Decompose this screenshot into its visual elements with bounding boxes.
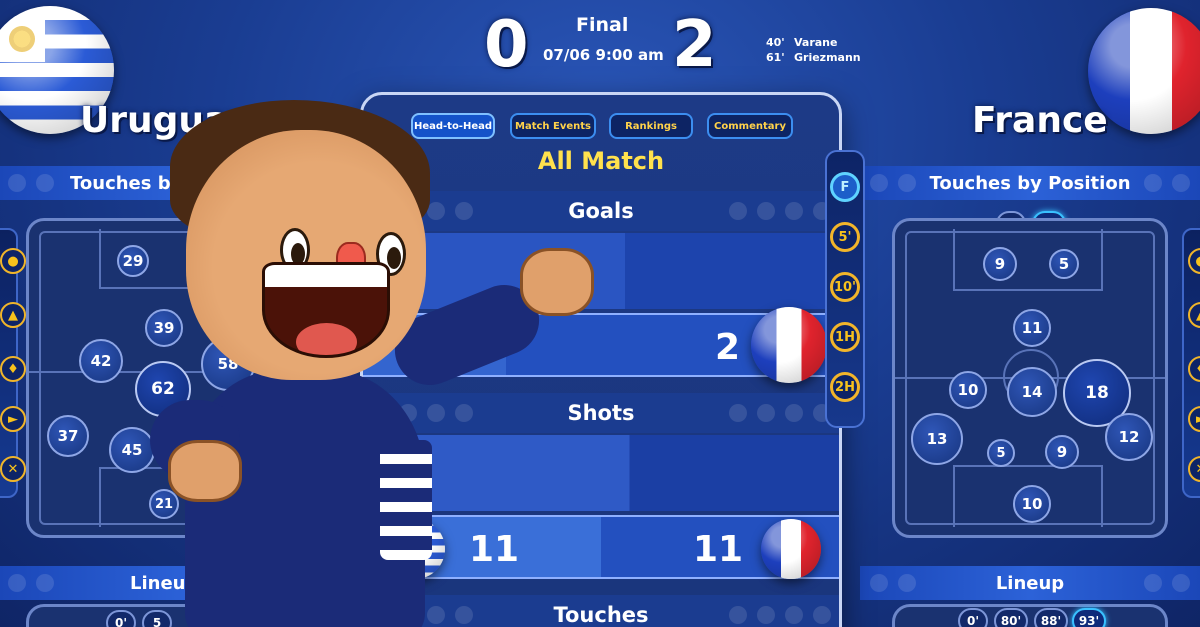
tab-rankings[interactable]: Rankings — [609, 113, 693, 139]
home-lineup-minute[interactable]: 0' — [106, 610, 136, 627]
away-lineup-title: Lineup — [995, 572, 1065, 594]
tab-commentary[interactable]: Commentary — [707, 113, 793, 139]
away-touch-bubble: 13 — [911, 413, 963, 465]
whistle-icon[interactable]: ✕ — [1188, 456, 1200, 482]
home-touch-bubble: 39 — [145, 309, 183, 347]
timer-second-half[interactable]: 2H — [830, 372, 860, 402]
away-touch-bubble: 9 — [983, 247, 1017, 281]
away-touch-bubble: 5 — [1049, 249, 1079, 279]
timer-first-half[interactable]: 1H — [830, 322, 860, 352]
away-touch-bubble: 9 — [1045, 435, 1079, 469]
boot-icon[interactable]: ▲ — [0, 302, 26, 328]
france-flag-icon — [761, 519, 821, 579]
france-flag-icon — [751, 307, 827, 383]
away-lineup-minute-active[interactable]: 93' — [1072, 608, 1106, 627]
shots-away: 11 — [693, 529, 744, 570]
scorer-minute: 40' — [766, 36, 785, 49]
away-touch-bubble: 10 — [949, 371, 987, 409]
shots-band — [363, 435, 839, 511]
flag-icon[interactable]: ► — [1188, 406, 1200, 432]
whistle-icon[interactable]: ✕ — [0, 456, 26, 482]
period-selector: F 5' 10' 1H 2H — [825, 150, 865, 428]
player-icon[interactable]: ♦ — [1188, 356, 1200, 382]
goals-header: Goals — [363, 191, 839, 231]
away-score: 2 — [672, 8, 717, 82]
goals-title: Goals — [568, 199, 634, 223]
away-touch-bubble: 5 — [987, 439, 1015, 467]
match-status: Final — [576, 14, 629, 36]
away-lineup-pitch — [892, 604, 1168, 627]
timer-10-min[interactable]: 10' — [830, 272, 860, 302]
touches-title: Touches — [553, 603, 649, 627]
tab-match-events[interactable]: Match Events — [510, 113, 596, 139]
away-lineup-minute[interactable]: 80' — [994, 608, 1028, 627]
touches-header: Touches — [363, 595, 839, 627]
away-icon-column: ● ▲ ♦ ► ✕ — [1182, 228, 1200, 498]
away-lineup-minute[interactable]: 88' — [1034, 608, 1068, 627]
scorer-minute: 61' — [766, 51, 785, 64]
timer-5-min[interactable]: 5' — [830, 222, 860, 252]
home-touch-bubble: 42 — [79, 339, 123, 383]
shots-home: 11 — [469, 529, 520, 570]
ball-icon[interactable]: ● — [1188, 248, 1200, 274]
match-datetime: 07/06 9:00 am — [543, 46, 664, 64]
goals-away: 2 — [715, 327, 741, 368]
away-touch-bubble: 11 — [1013, 309, 1051, 347]
scorer-name: Griezmann — [794, 51, 861, 64]
ball-icon[interactable]: ● — [0, 248, 26, 274]
mascot-mouth — [262, 262, 390, 358]
scorer-row: 40' Varane — [766, 36, 837, 49]
home-touch-bubble: 37 — [47, 415, 89, 457]
mascot-scarf — [380, 440, 432, 560]
away-pitch: 9 5 11 10 14 18 13 12 5 9 10 — [892, 218, 1168, 538]
scorer-name: Varane — [794, 36, 838, 49]
away-touch-bubble: 12 — [1105, 413, 1153, 461]
home-score: 0 — [484, 8, 529, 82]
flag-icon[interactable]: ► — [0, 406, 26, 432]
tab-head-to-head[interactable]: Head-to-Head — [411, 113, 495, 139]
home-icon-column: ● ▲ ♦ ► ✕ — [0, 228, 26, 498]
home-lineup-title: Lineu — [130, 572, 186, 594]
home-touch-bubble: 45 — [109, 427, 155, 473]
shots-row: 11 11 — [363, 515, 839, 579]
panel-title: All Match — [537, 147, 665, 175]
boot-icon[interactable]: ▲ — [1188, 302, 1200, 328]
mascot-right-fist — [520, 248, 594, 316]
scorer-row: 61' Griezmann — [766, 51, 861, 64]
away-touch-bubble: 14 — [1007, 367, 1057, 417]
shots-header: Shots — [363, 393, 839, 433]
mascot-left-fist — [168, 440, 242, 502]
away-touches-title: Touches by Position — [929, 172, 1131, 194]
shots-title: Shots — [567, 401, 635, 425]
timer-full-match[interactable]: F — [830, 172, 860, 202]
away-lineup-minute[interactable]: 0' — [958, 608, 988, 627]
home-touch-bubble: 29 — [117, 245, 149, 277]
away-team-name: France — [972, 100, 1108, 141]
home-lineup-minute[interactable]: 5 — [142, 610, 172, 627]
goals-band — [363, 233, 839, 309]
player-icon[interactable]: ♦ — [0, 356, 26, 382]
away-touches-bar: Touches by Position — [860, 166, 1200, 200]
away-lineup-bar: Lineup — [860, 566, 1200, 600]
away-touch-bubble: 10 — [1013, 485, 1051, 523]
